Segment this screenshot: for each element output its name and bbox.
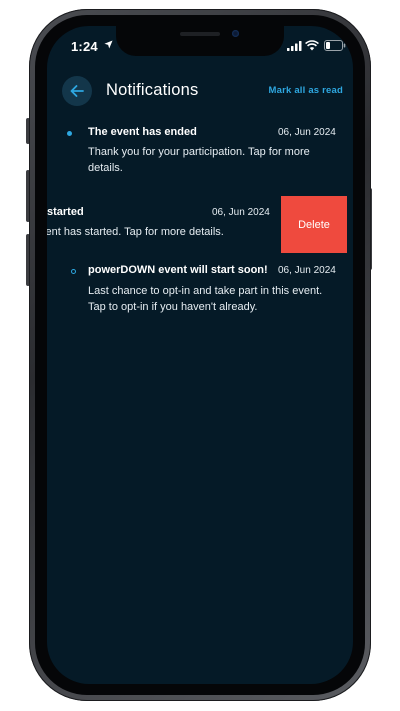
location-arrow-icon	[104, 40, 113, 49]
notification-body: vent has started. Tap for more details.	[47, 226, 224, 238]
arrow-left-icon	[70, 85, 84, 97]
front-camera	[232, 30, 239, 37]
notification-title: The event has ended	[88, 126, 197, 138]
app-screen: 1:24 Notifications Mark all as read The …	[47, 26, 353, 684]
mark-all-read-button[interactable]: Mark all as read	[269, 85, 344, 96]
notification-title: started	[47, 206, 84, 218]
status-time: 1:24	[71, 39, 98, 54]
delete-button[interactable]: Delete	[281, 196, 347, 253]
notification-date: 06, Jun 2024	[278, 265, 336, 276]
read-dot-icon	[71, 269, 76, 274]
notification-body: Thank you for your participation. Tap fo…	[88, 146, 310, 174]
app-header: Notifications Mark all as read	[47, 74, 353, 108]
notification-body: Last chance to opt-in and take part in t…	[88, 285, 323, 313]
page-title: Notifications	[106, 81, 199, 99]
notification-item[interactable]: powerDOWN event will start soon! 06, Jun…	[47, 256, 353, 318]
earpiece-speaker	[180, 32, 220, 36]
notification-date: 06, Jun 2024	[278, 127, 336, 138]
phone-frame: 1:24 Notifications Mark all as read The …	[29, 9, 371, 701]
unread-dot-icon	[67, 131, 72, 136]
wifi-icon	[305, 40, 319, 51]
notification-item[interactable]: The event has ended 06, Jun 2024 Thank y…	[47, 124, 353, 184]
notification-date: 06, Jun 2024	[212, 207, 270, 218]
battery-icon	[324, 40, 346, 51]
back-button[interactable]	[62, 76, 92, 106]
notification-title: powerDOWN event will start soon!	[88, 264, 268, 276]
notch	[116, 26, 284, 56]
phone-bezel: 1:24 Notifications Mark all as read The …	[35, 15, 365, 695]
cellular-signal-icon	[287, 41, 302, 51]
